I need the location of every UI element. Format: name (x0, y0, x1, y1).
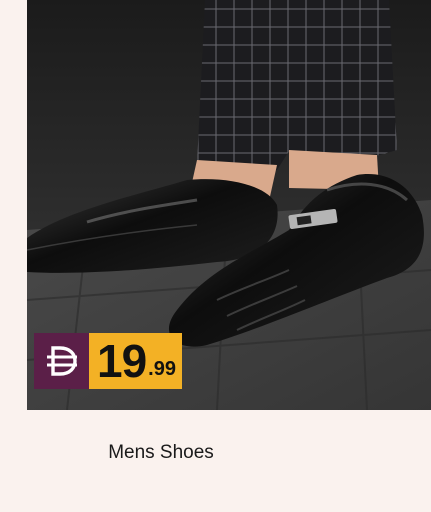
price-badge: 19 .99 (34, 333, 182, 389)
price-decimal: .99 (148, 358, 176, 380)
currency-box (34, 333, 89, 389)
dirham-icon (46, 346, 77, 376)
price-integer: 19 (97, 335, 147, 387)
product-title[interactable]: Mens Shoes (0, 442, 322, 464)
product-card[interactable]: 19 .99 Mens Shoes (0, 0, 431, 512)
price-amount: 19 .99 (89, 333, 182, 389)
